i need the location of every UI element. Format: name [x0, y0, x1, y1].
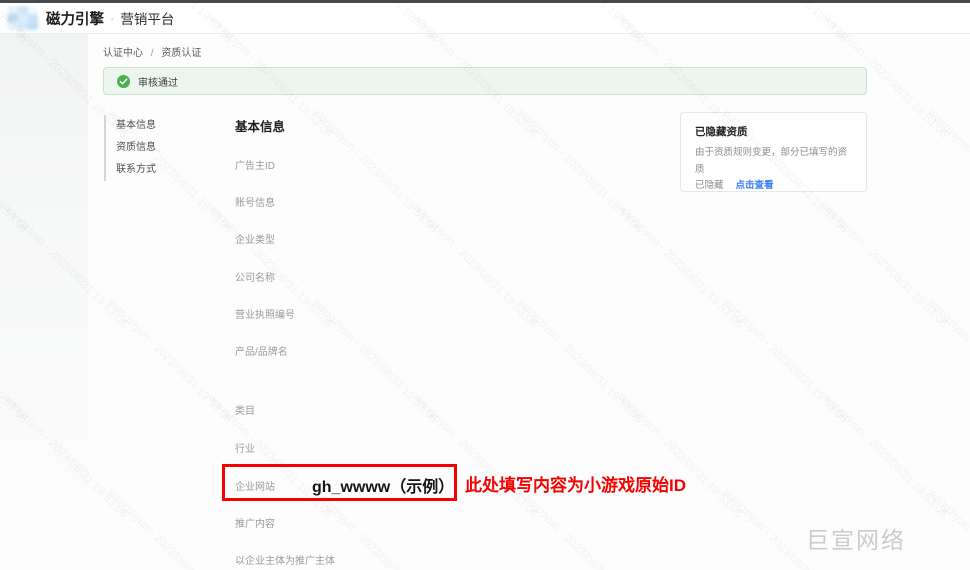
approval-status-text: 审核通过	[138, 77, 178, 89]
field-label-industry: 行业	[235, 444, 255, 455]
field-label-company-name: 公司名称	[235, 273, 275, 284]
field-label-company-type: 企业类型	[235, 235, 275, 246]
nav-item-qualification-info[interactable]: 资质信息	[116, 137, 156, 159]
breadcrumb-current: 资质认证	[161, 48, 202, 59]
field-label-promo-subject: 以企业主体为推广主体	[235, 556, 335, 567]
approval-status-banner: 审核通过	[103, 67, 867, 95]
breadcrumb-cert-center[interactable]: 认证中心	[103, 48, 143, 59]
view-hidden-link[interactable]: 点击查看	[736, 180, 774, 191]
field-label-promo-content: 推广内容	[235, 519, 275, 530]
nav-item-basic-info[interactable]: 基本信息	[116, 115, 156, 137]
panel-body-line2: 已隐藏	[695, 180, 724, 192]
section-heading: 基本信息	[235, 120, 286, 134]
juxuan-watermark: 巨宣网络	[806, 527, 906, 553]
watermark-tile: wangziyun - 2023/08/31 19:53:06	[0, 487, 29, 570]
field-label-advertiser-id: 广告主ID	[235, 161, 275, 172]
breadcrumb-separator: /	[150, 48, 154, 59]
company-website-value: gh_wwww（示例）	[312, 479, 455, 496]
panel-body-line1: 由于资质规则变更，部分已填写的资质	[695, 147, 848, 175]
section-nav: 基本信息 资质信息 联系方式	[104, 115, 156, 181]
brand-title: 磁力引擎	[46, 11, 104, 28]
field-label-license-number: 营业执照编号	[235, 310, 295, 321]
field-label-product-brand: 产品/品牌名	[235, 347, 288, 358]
app-logo-icon	[8, 6, 38, 30]
topbar: 磁力引擎 · 营销平台	[0, 3, 970, 34]
brand-separator: ·	[110, 10, 115, 26]
product-title: 营销平台	[120, 12, 175, 27]
field-label-account-info: 账号信息	[235, 198, 275, 209]
check-circle-icon	[117, 74, 130, 88]
nav-item-contact-info[interactable]: 联系方式	[116, 159, 156, 181]
hidden-qualification-panel: 已隐藏资质 由于资质规则变更，部分已填写的资质 已隐藏 点击查看	[680, 112, 867, 192]
panel-title: 已隐藏资质	[695, 126, 748, 138]
field-label-category: 类目	[235, 406, 255, 417]
red-annotation-text: 此处填写内容为小游戏原始ID	[465, 476, 686, 495]
breadcrumb: 认证中心 / 资质认证	[103, 44, 201, 59]
left-gutter	[0, 33, 88, 463]
